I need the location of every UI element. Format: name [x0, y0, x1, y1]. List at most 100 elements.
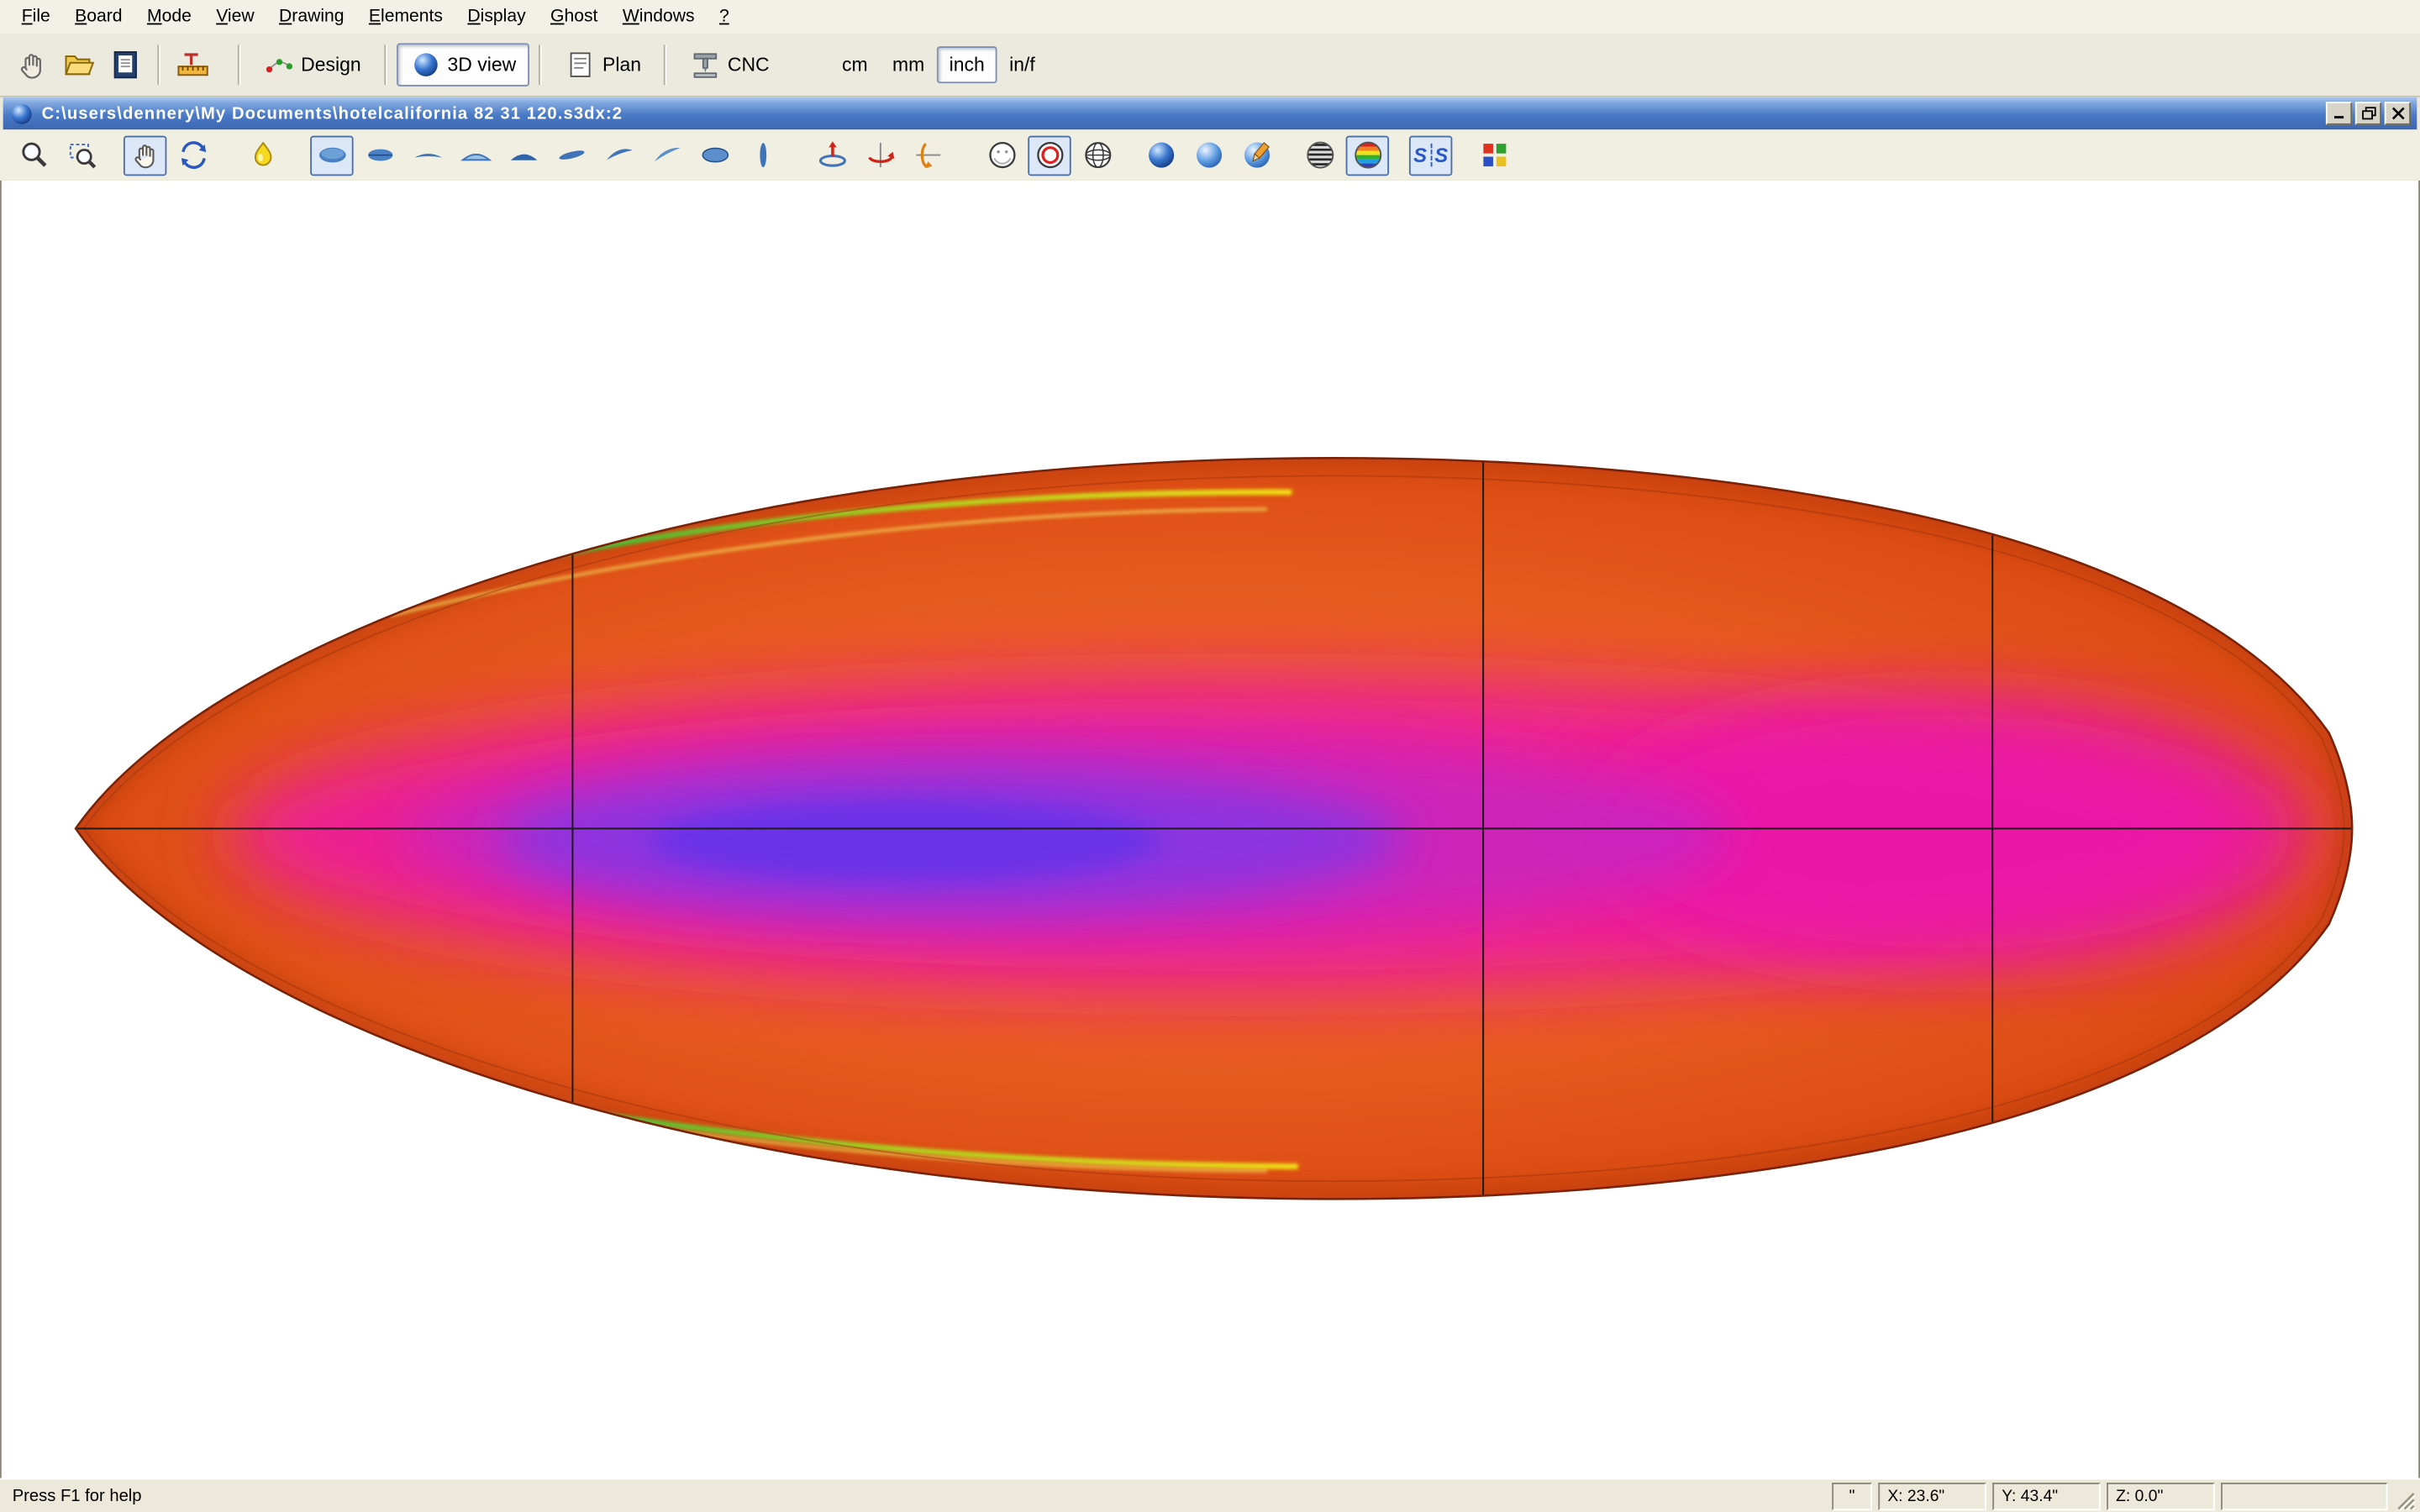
design-label: Design: [301, 54, 360, 76]
back-view-button[interactable]: [502, 135, 544, 176]
rotate-x-button[interactable]: [906, 135, 949, 176]
restore-icon: [2360, 107, 2375, 121]
main-toolbar: Design 3D view Plan CNC cm mm inch in/f: [0, 34, 2420, 97]
rotate-y-icon: [864, 139, 897, 171]
unit-inch-button[interactable]: inch: [937, 46, 997, 83]
menu-help[interactable]: ?: [707, 5, 741, 29]
lens-view-button[interactable]: [693, 135, 736, 176]
flow-lines-icon: SS: [1413, 144, 1448, 167]
render-plain-icon: [986, 139, 1018, 171]
design-mode-button[interactable]: Design: [250, 43, 376, 86]
status-z-pane: Z: 0.0": [2107, 1482, 2215, 1509]
palette-button[interactable]: [1472, 135, 1515, 176]
orbit-icon: [176, 139, 209, 171]
zoom-button[interactable]: [13, 135, 55, 176]
cross-section-button[interactable]: [741, 135, 784, 176]
flip-icon: [816, 139, 849, 171]
slice-a-button[interactable]: [550, 135, 592, 176]
dimensions-button[interactable]: [170, 42, 216, 88]
deck-view-icon: [364, 139, 397, 171]
menu-display[interactable]: Display: [455, 5, 539, 29]
menu-ghost[interactable]: Ghost: [538, 5, 610, 29]
close-button[interactable]: [2385, 102, 2411, 125]
zoom-icon: [18, 139, 50, 171]
side-view-button[interactable]: [406, 135, 449, 176]
render-rainbow-icon: [1351, 139, 1384, 171]
zoom-window-icon: [66, 139, 98, 171]
flow-lines-button[interactable]: SS: [1409, 135, 1452, 176]
plan-mode-button[interactable]: Plan: [551, 43, 655, 86]
render-stripes-button[interactable]: [1298, 135, 1341, 176]
menu-view[interactable]: View: [204, 5, 267, 29]
hand-tool-button[interactable]: [9, 42, 55, 88]
restore-button[interactable]: [2355, 102, 2381, 125]
unit-inf-button[interactable]: in/f: [997, 46, 1047, 83]
save-notebook-icon: [108, 48, 142, 81]
status-x-pane: X: 23.6": [1878, 1482, 1986, 1509]
front-view-button[interactable]: [454, 135, 497, 176]
orbit-button[interactable]: [171, 135, 214, 176]
status-empty-pane: [2221, 1482, 2387, 1509]
render-plain-button[interactable]: [980, 135, 1023, 176]
render-wireframe-icon: [1081, 139, 1114, 171]
menu-elements[interactable]: Elements: [356, 5, 455, 29]
top-view-icon: [316, 139, 349, 171]
menu-mode[interactable]: Mode: [134, 5, 203, 29]
render-stripes-icon: [1303, 139, 1336, 171]
menu-bar: File Board Mode View Drawing Elements Di…: [0, 0, 2420, 35]
save-button[interactable]: [102, 42, 148, 88]
open-folder-icon: [61, 48, 95, 81]
flip-button[interactable]: [810, 135, 853, 176]
app-window: File Board Mode View Drawing Elements Di…: [0, 0, 2420, 1512]
ruler-icon: [176, 48, 209, 81]
separator: [238, 45, 241, 85]
render-rainbow-button[interactable]: [1346, 135, 1389, 176]
open-file-button[interactable]: [55, 42, 102, 88]
board-canvas[interactable]: [0, 181, 2420, 1480]
render-wireframe-button[interactable]: [1076, 135, 1118, 176]
light-button[interactable]: [241, 135, 284, 176]
zoom-window-button[interactable]: [60, 135, 103, 176]
document-title-bar[interactable]: C:\users\dennery\My Documents\hotelcalif…: [3, 97, 2417, 130]
render-paint-button[interactable]: [1234, 135, 1277, 176]
resize-grip-icon: [2394, 1488, 2416, 1510]
menu-board[interactable]: Board: [62, 5, 134, 29]
slice-c-icon: [650, 139, 683, 171]
minimize-button[interactable]: [2326, 102, 2352, 125]
menu-drawing[interactable]: Drawing: [266, 5, 356, 29]
status-y-pane: Y: 43.4": [1992, 1482, 2101, 1509]
pan-button[interactable]: [124, 135, 166, 176]
slice-b-button[interactable]: [597, 135, 640, 176]
unit-mm-button[interactable]: mm: [880, 46, 937, 83]
render-paint-icon: [1240, 139, 1273, 171]
plan-page-icon: [566, 50, 597, 81]
menu-windows[interactable]: Windows: [610, 5, 707, 29]
render-red-outline-button[interactable]: [1028, 135, 1071, 176]
slice-c-button[interactable]: [645, 135, 688, 176]
cnc-label: CNC: [728, 54, 770, 76]
render-shaded-light-icon: [1192, 139, 1225, 171]
render-shaded-icon: [1144, 139, 1177, 171]
front-view-icon: [459, 139, 492, 171]
minimize-icon: [2331, 107, 2346, 121]
render-red-outline-icon: [1034, 139, 1066, 171]
sphere-icon: [410, 50, 441, 81]
rotate-x-icon: [912, 139, 944, 171]
plan-label: Plan: [602, 54, 641, 76]
render-shaded-light-button[interactable]: [1186, 135, 1229, 176]
top-view-button[interactable]: [310, 135, 353, 176]
cnc-mode-button[interactable]: CNC: [676, 43, 783, 86]
hand-icon: [15, 48, 49, 81]
rotate-y-button[interactable]: [858, 135, 901, 176]
menu-file[interactable]: File: [9, 5, 62, 29]
deck-view-button[interactable]: [358, 135, 401, 176]
resize-grip[interactable]: [2394, 1482, 2418, 1509]
3dview-mode-button[interactable]: 3D view: [397, 43, 530, 86]
cnc-machine-icon: [691, 50, 722, 81]
separator: [539, 45, 543, 85]
design-points-icon: [264, 50, 295, 81]
palette-icon: [1478, 139, 1511, 171]
lens-view-icon: [698, 139, 731, 171]
render-shaded-button[interactable]: [1139, 135, 1182, 176]
unit-cm-button[interactable]: cm: [829, 46, 880, 83]
